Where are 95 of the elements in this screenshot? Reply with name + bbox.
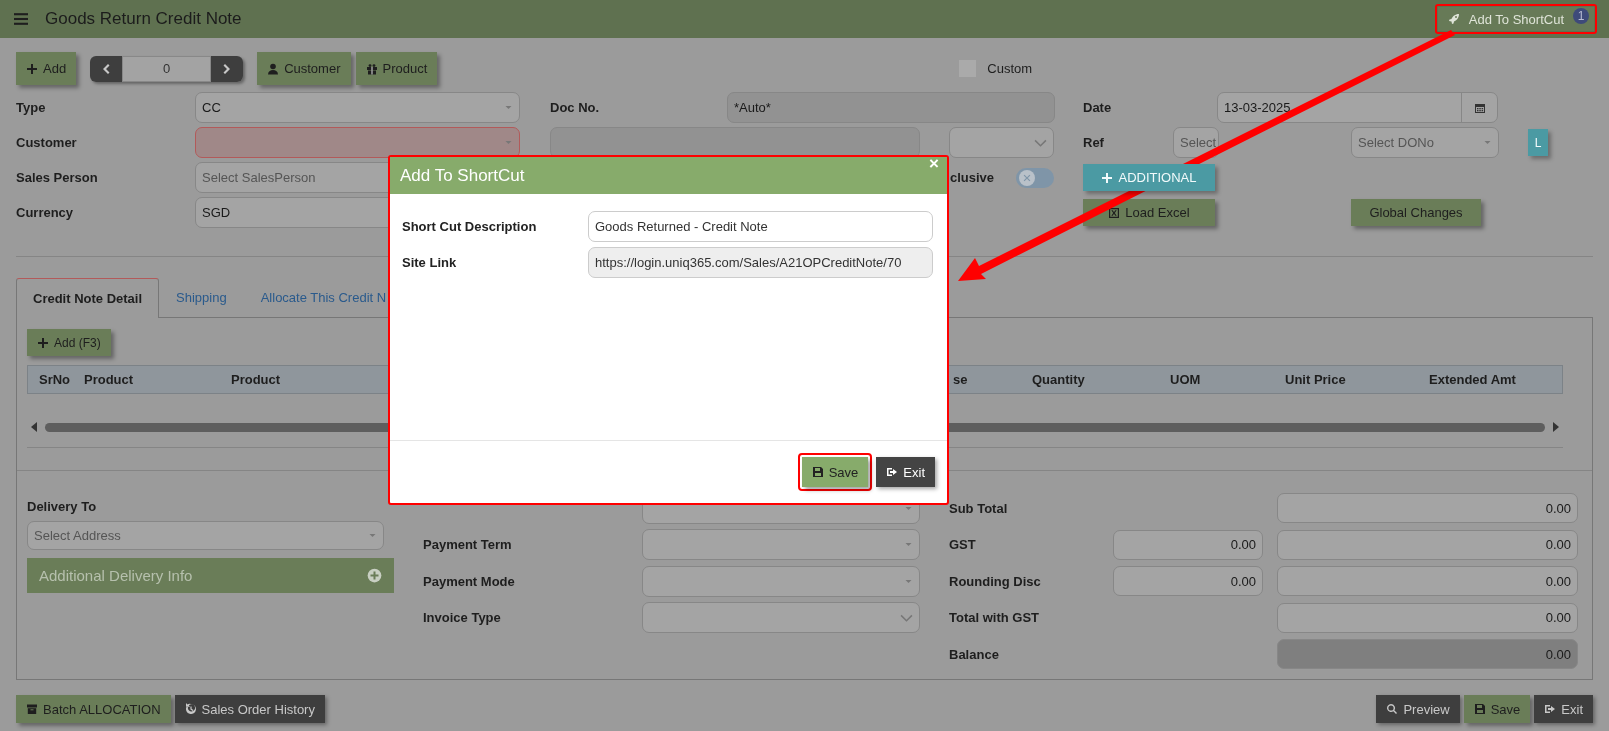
exit-button[interactable]: Exit	[876, 457, 935, 487]
tab[interactable]: Shipping	[159, 277, 244, 317]
amount-field[interactable]: 0.00	[1277, 529, 1578, 560]
field-label: GST	[949, 537, 977, 553]
plus-icon	[26, 62, 38, 75]
add-row-button[interactable]: Add (F3)	[27, 329, 111, 356]
excel-icon	[1108, 206, 1121, 219]
additional-button[interactable]: ADDITIONAL	[1083, 164, 1215, 191]
gift-icon	[365, 62, 378, 75]
column-header: Quantity	[1032, 372, 1086, 387]
caret-icon	[504, 138, 513, 147]
dono-select[interactable]: Select DONo	[1351, 127, 1499, 158]
save-button[interactable]: Save	[1463, 695, 1531, 723]
type-select[interactable]: CC	[195, 92, 520, 123]
customer-select[interactable]	[195, 127, 520, 158]
record-number-field[interactable]: 0	[122, 55, 212, 82]
field-label: Balance	[949, 646, 1000, 662]
ref-select[interactable]: Select	[1173, 127, 1219, 158]
save-icon	[1473, 703, 1486, 715]
field-label: Rounding Disc	[949, 573, 1042, 589]
load-excel-button[interactable]: Load Excel	[1083, 199, 1215, 226]
amount-field[interactable]: 0.00	[1277, 566, 1578, 597]
caret-icon	[368, 531, 377, 540]
user-icon	[267, 62, 280, 75]
date-field[interactable]: 13-03-2025	[1217, 92, 1498, 123]
field-label: Sales Person	[16, 170, 99, 185]
dropdown[interactable]	[949, 127, 1054, 158]
column-header: SrNo	[39, 372, 72, 387]
x-icon	[1019, 169, 1036, 186]
amount-field[interactable]: 0.00	[1277, 493, 1578, 524]
customer-button[interactable]: Customer	[257, 52, 351, 85]
column-header: Extended Amt	[1429, 372, 1517, 387]
add-button[interactable]: Add	[16, 52, 77, 85]
field-label: Sub Total	[949, 500, 1009, 516]
field-label: Payment Term	[423, 537, 513, 553]
toggle-switch[interactable]	[1016, 167, 1055, 188]
input-field[interactable]: Goods Returned - Credit Note	[588, 210, 933, 242]
exit-button[interactable]: Exit	[1534, 695, 1593, 723]
caret-icon	[1483, 138, 1492, 147]
scroll-right-arrow[interactable]	[1553, 422, 1559, 432]
field-label: Currency	[16, 205, 75, 220]
archive-icon	[26, 703, 38, 715]
field-label: Payment Mode	[423, 573, 516, 589]
tab[interactable]: Allocate This Credit N	[243, 277, 404, 317]
column-header: Product	[231, 372, 282, 387]
sales-order-history-button[interactable]: Sales Order History	[174, 695, 325, 723]
batch-allocation-button[interactable]: Batch ALLOCATION	[16, 695, 171, 723]
field-label: Ref	[1083, 135, 1105, 150]
field-label: Type	[16, 100, 47, 115]
field-label: Site Link	[402, 254, 458, 270]
amount-field[interactable]: 0.00	[1113, 529, 1263, 560]
select-field[interactable]	[642, 529, 920, 561]
calendar-icon	[1473, 101, 1486, 114]
field-label: Doc No.	[550, 100, 601, 115]
field-label: Customer	[16, 135, 78, 150]
field-label: Delivery To	[27, 497, 98, 516]
page-title: Goods Return Credit Note	[45, 9, 242, 29]
history-icon	[184, 703, 197, 715]
rocket-icon	[1447, 13, 1460, 25]
search-icon	[1386, 703, 1399, 715]
doc-no-field[interactable]: *Auto*	[727, 92, 1055, 123]
next-button[interactable]	[211, 55, 244, 82]
preview-button[interactable]: Preview	[1376, 695, 1460, 723]
global-changes-button[interactable]: Global Changes	[1351, 199, 1481, 226]
product-button[interactable]: Product	[355, 52, 438, 85]
exit-icon	[1544, 703, 1557, 715]
field-label: clusive	[950, 170, 995, 185]
l-button[interactable]: L	[1528, 129, 1548, 156]
save-button[interactable]: Save	[801, 457, 869, 487]
column-header: Product	[84, 372, 135, 387]
field-label: Invoice Type	[423, 610, 502, 626]
previous-button[interactable]	[90, 55, 123, 82]
close-button[interactable]: ×	[929, 157, 939, 171]
field-label: Total with GST	[949, 610, 1041, 626]
field-label: Date	[1083, 100, 1113, 115]
caret-icon	[504, 103, 513, 112]
dropdown[interactable]	[642, 602, 920, 634]
save-icon	[811, 466, 824, 478]
plus-circle-icon	[367, 568, 382, 583]
column-header: se	[953, 372, 969, 387]
count-badge: 1	[1573, 8, 1589, 24]
exit-icon	[886, 466, 899, 478]
select-field[interactable]	[642, 565, 920, 597]
add-to-shortcut-button[interactable]: Add To ShortCut 1	[1437, 7, 1594, 31]
column-header: Unit Price	[1285, 372, 1347, 387]
address-select[interactable]: Select Address	[27, 521, 384, 550]
amount-field[interactable]: 0.00	[1113, 566, 1263, 597]
checkbox-label: Custom	[987, 61, 1033, 76]
plus-icon	[1101, 171, 1114, 184]
menu-icon	[14, 12, 28, 26]
scroll-left-arrow[interactable]	[31, 422, 37, 432]
plus-icon	[37, 336, 49, 349]
amount-field[interactable]: 0.00	[1277, 602, 1578, 633]
tab[interactable]: Credit Note Detail	[16, 278, 160, 318]
column-header: UOM	[1170, 372, 1202, 387]
